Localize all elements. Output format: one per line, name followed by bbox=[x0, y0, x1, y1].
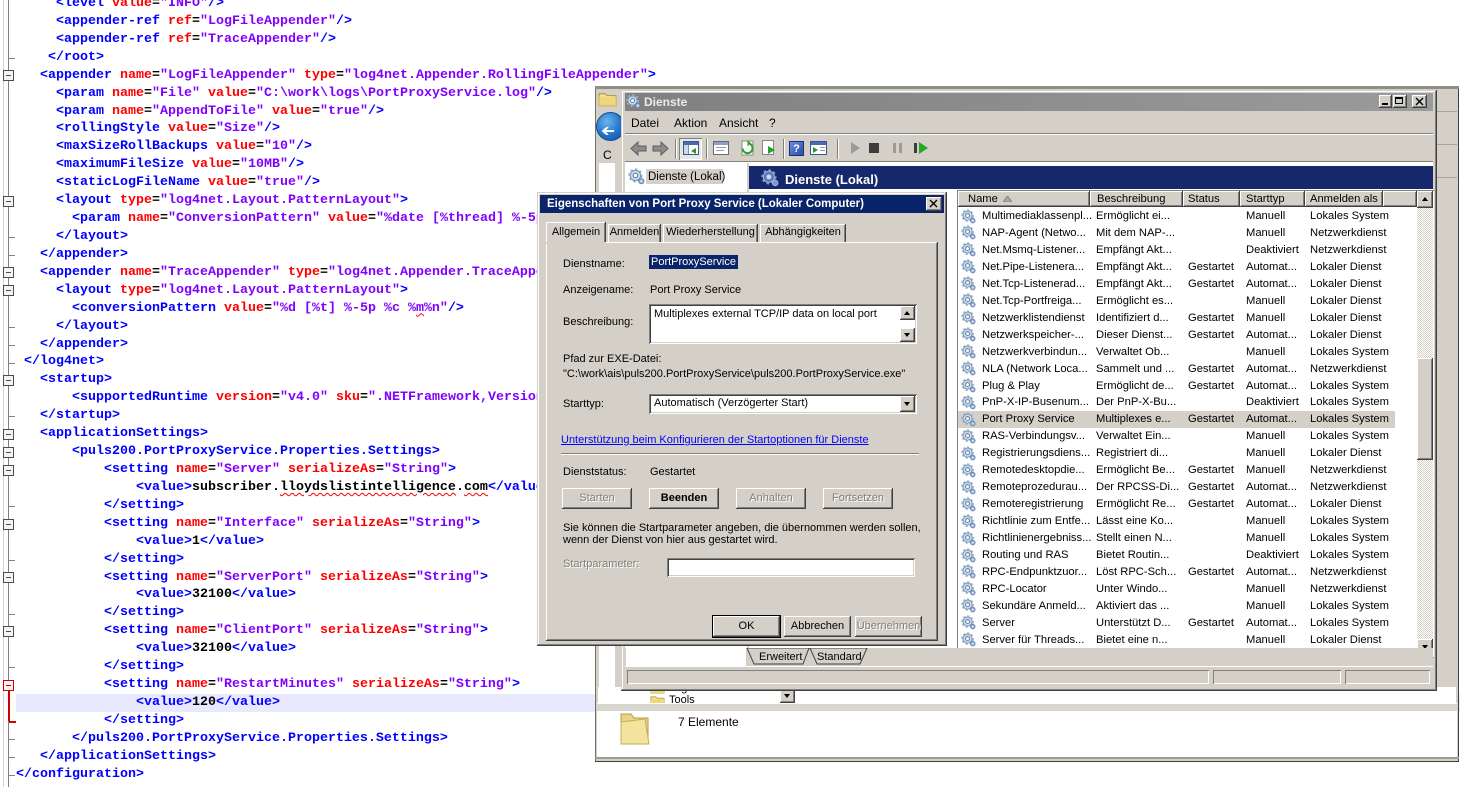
svg-text:Standard: Standard bbox=[817, 651, 862, 663]
svg-text:Erweitert: Erweitert bbox=[759, 651, 802, 663]
